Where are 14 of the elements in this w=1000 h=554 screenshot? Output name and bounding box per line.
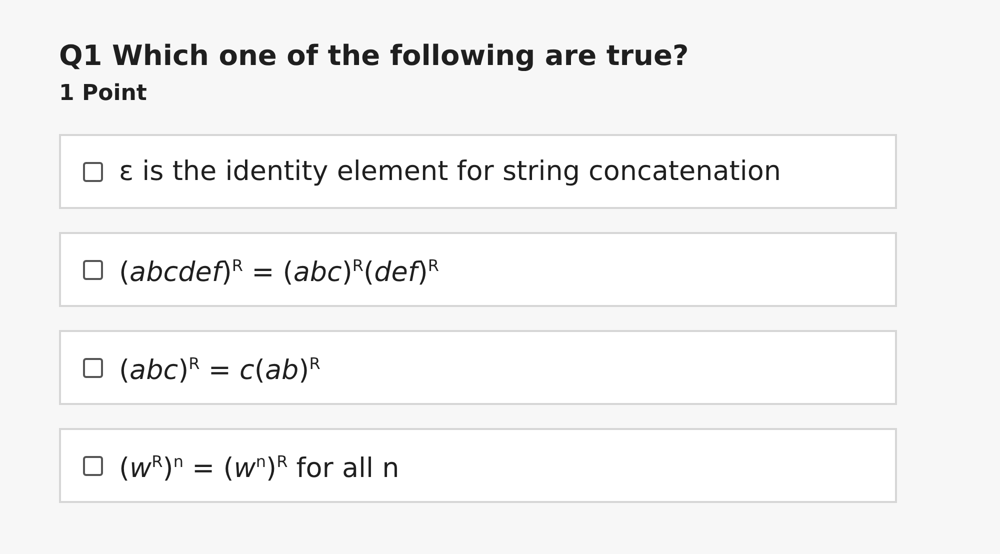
checkbox[interactable]	[83, 162, 103, 182]
option-text: (abc)$^{R}$ = c(ab)$^{R}$	[119, 353, 320, 388]
question-title: Q1 Which one of the following are true?	[59, 38, 690, 74]
option-text: (abcdef)$^{R}$ = (abc)$^{R}$(def)$^{R}$	[119, 255, 440, 290]
checkbox[interactable]	[83, 456, 103, 476]
answer-option[interactable]: (abc)$^{R}$ = c(ab)$^{R}$	[59, 330, 897, 405]
points-label: 1 Point	[59, 80, 148, 108]
answer-option[interactable]: (w$^{R}$)$^{n}$ = (w$^{n}$)$^{R}$ for all n	[59, 428, 897, 503]
answer-option[interactable]: (abcdef)$^{R}$ = (abc)$^{R}$(def)$^{R}$	[59, 232, 897, 307]
option-text: (w$^{R}$)$^{n}$ = (w$^{n}$)$^{R}$ for all n	[119, 451, 400, 486]
option-text: ε is the identity element for string concatenation	[119, 154, 781, 188]
answer-option[interactable]: ε is the identity element for string concatenation	[59, 134, 897, 209]
checkbox[interactable]	[83, 358, 103, 378]
checkbox[interactable]	[83, 260, 103, 280]
